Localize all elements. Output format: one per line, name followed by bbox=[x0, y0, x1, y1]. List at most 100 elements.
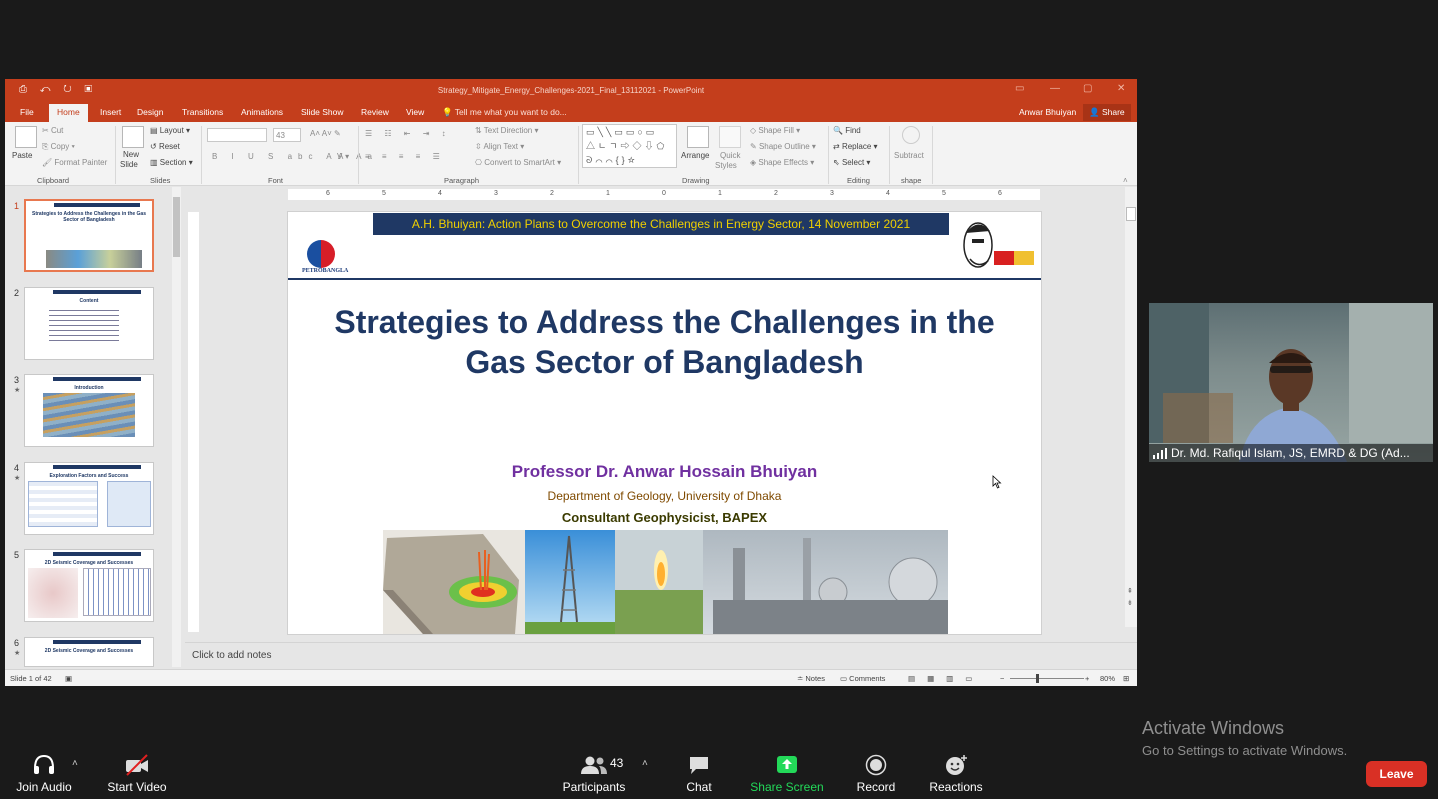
convert-smartart-button[interactable]: ⎔ Convert to SmartArt ▾ bbox=[475, 158, 561, 167]
ruler-tick-label: 2 bbox=[774, 190, 778, 197]
quick-styles-label-2[interactable]: Styles bbox=[715, 161, 737, 170]
notes-pane[interactable]: Click to add notes bbox=[185, 642, 1137, 666]
text-direction-button[interactable]: ⇅ Text Direction ▾ bbox=[475, 126, 539, 135]
participants-label: Participants bbox=[562, 780, 626, 794]
subtract-button[interactable]: Subtract bbox=[894, 151, 924, 160]
shape-outline-button[interactable]: ✎ Shape Outline ▾ bbox=[750, 142, 816, 151]
slide-scrollbar[interactable]: ⇞ ⇟ bbox=[1125, 187, 1137, 627]
arrange-icon[interactable] bbox=[687, 126, 709, 148]
tab-slide-show[interactable]: Slide Show bbox=[301, 107, 344, 117]
thumbnail-scrollbar[interactable] bbox=[172, 187, 181, 667]
slide-title[interactable]: Strategies to Address the Challenges in … bbox=[308, 302, 1021, 382]
participant-video-tile[interactable]: Dr. Md. Rafiqul Islam, JS, EMRD & DG (Ad… bbox=[1149, 303, 1433, 462]
participants-options-chevron-icon[interactable]: ˄ bbox=[642, 758, 648, 769]
font-color-icon[interactable]: A ▾ bbox=[338, 152, 349, 161]
slide-thumbnail[interactable]: Introduction bbox=[24, 374, 154, 447]
mujib-100-logo bbox=[963, 222, 1034, 268]
user-name[interactable]: Anwar Bhuiyan bbox=[1019, 107, 1076, 117]
reset-button[interactable]: ↺ Reset bbox=[150, 142, 180, 151]
slide-thumbnail[interactable]: Content bbox=[24, 287, 154, 360]
scroll-thumb[interactable] bbox=[1126, 207, 1136, 221]
font-grow-shrink-icons[interactable]: A˄ A˅ ✎ bbox=[310, 129, 341, 138]
copy-button[interactable]: ⎘ Copy ▾ bbox=[42, 142, 75, 152]
format-painter-label: Format Painter bbox=[54, 158, 108, 167]
cut-button[interactable]: ✂ Cut bbox=[42, 126, 63, 135]
zoom-slider[interactable] bbox=[1010, 678, 1084, 679]
tab-insert[interactable]: Insert bbox=[100, 107, 121, 117]
comments-toggle[interactable]: ▭ Comments bbox=[840, 674, 885, 683]
format-painter-button[interactable]: 🖌 Format Painter bbox=[42, 158, 107, 167]
find-button[interactable]: 🔍 Find bbox=[833, 126, 861, 135]
arrange-button[interactable]: Arrange bbox=[681, 151, 709, 160]
section-button[interactable]: ▥ Section ▾ bbox=[150, 158, 193, 167]
tab-transitions[interactable]: Transitions bbox=[182, 107, 223, 117]
tab-animations[interactable]: Animations bbox=[241, 107, 283, 117]
minimize-icon[interactable]: — bbox=[1050, 83, 1060, 94]
slide-thumbnail[interactable]: 2D Seismic Coverage and Successes bbox=[24, 637, 154, 667]
notes-toggle[interactable]: ≐ Notes bbox=[797, 674, 825, 683]
thumbnail-title: Introduction bbox=[74, 385, 104, 391]
thumbnail-banner bbox=[54, 203, 140, 207]
list-buttons[interactable]: ☰ ☷ ⇤ ⇥ ↕ bbox=[365, 129, 451, 138]
zoom-in-icon[interactable]: + bbox=[1085, 674, 1089, 683]
zoom-out-icon[interactable]: − bbox=[1000, 674, 1004, 683]
ruler-tick-label: 6 bbox=[326, 190, 330, 197]
audio-options-chevron-icon[interactable]: ˄ bbox=[72, 758, 78, 769]
shapes-gallery[interactable]: ▭╲╲▭▭○▭ △ㄴㄱ⇨◇⇩⬠ ᘐ⌒⌒{}☆ bbox=[582, 124, 677, 168]
tab-view[interactable]: View bbox=[406, 107, 424, 117]
tab-file[interactable]: File bbox=[20, 107, 34, 117]
zoom-level[interactable]: 80% bbox=[1100, 674, 1115, 683]
slide-photo-collage[interactable] bbox=[383, 530, 948, 634]
tab-review[interactable]: Review bbox=[361, 107, 389, 117]
zoom-slider-thumb[interactable] bbox=[1036, 674, 1039, 683]
slide-department[interactable]: Department of Geology, University of Dha… bbox=[288, 489, 1041, 503]
new-slide-icon[interactable] bbox=[122, 126, 144, 148]
shape-fill-button[interactable]: ◇ Shape Fill ▾ bbox=[750, 126, 800, 135]
slide-author[interactable]: Professor Dr. Anwar Hossain Bhuiyan bbox=[288, 462, 1041, 482]
subtract-icon[interactable] bbox=[902, 126, 920, 144]
status-bar: Slide 1 of 42 ▣ ≐ Notes ▭ Comments ▤▦▥▭ … bbox=[5, 669, 1137, 686]
slide-consultant[interactable]: Consultant Geophysicist, BAPEX bbox=[288, 510, 1041, 525]
view-buttons[interactable]: ▤▦▥▭ bbox=[908, 674, 984, 683]
leave-button[interactable]: Leave bbox=[1366, 761, 1427, 787]
share-button[interactable]: 👤 Share bbox=[1083, 104, 1131, 121]
scroll-thumb[interactable] bbox=[173, 197, 180, 257]
current-slide[interactable]: A.H. Bhuiyan: Action Plans to Overcome t… bbox=[287, 211, 1042, 635]
maximize-icon[interactable]: ▢ bbox=[1083, 83, 1092, 94]
font-format-buttons[interactable]: B I U S abc AV Aa bbox=[212, 152, 378, 161]
participant-video-frame bbox=[1149, 303, 1433, 462]
replace-button[interactable]: ⇄ Replace ▾ bbox=[833, 142, 878, 151]
layout-label: Layout bbox=[159, 126, 184, 135]
slide-thumbnail[interactable]: 2D Seismic Coverage and Successes bbox=[24, 549, 154, 622]
align-text-button[interactable]: ⇳ Align Text ▾ bbox=[475, 142, 524, 151]
collapse-ribbon-icon[interactable]: ˄ bbox=[1123, 176, 1128, 185]
paste-icon[interactable] bbox=[15, 126, 37, 148]
font-name-input[interactable] bbox=[207, 128, 267, 142]
slide-thumbnail[interactable]: Exploration Factors and Success bbox=[24, 462, 154, 535]
tab-home[interactable]: Home bbox=[49, 104, 88, 122]
new-slide-label-2[interactable]: Slide bbox=[120, 160, 138, 169]
slide-thumbnail[interactable]: Strategies to Address the Challenges in … bbox=[24, 199, 154, 272]
shape-effects-button[interactable]: ◈ Shape Effects ▾ bbox=[750, 158, 814, 167]
convert-smartart-label: Convert to SmartArt bbox=[484, 158, 555, 167]
ribbon-display-icon[interactable]: ▭ bbox=[1015, 83, 1024, 94]
tell-me-box[interactable]: 💡 Tell me what you want to do... bbox=[442, 107, 567, 118]
quick-styles-icon[interactable] bbox=[719, 126, 741, 148]
close-icon[interactable]: ✕ bbox=[1117, 83, 1125, 94]
accessibility-icon[interactable]: ▣ bbox=[65, 674, 72, 683]
align-buttons[interactable]: ≡ ≡ ≡ ≡ ☰ bbox=[365, 152, 445, 161]
group-separator bbox=[578, 126, 579, 184]
fit-to-window-icon[interactable]: ⊞ bbox=[1123, 674, 1129, 683]
scroll-prev-slide-icon[interactable]: ⇞ bbox=[1127, 587, 1133, 595]
thumbnail-bar-chart bbox=[83, 568, 151, 616]
scroll-next-slide-icon[interactable]: ⇟ bbox=[1127, 599, 1133, 607]
font-size-input[interactable]: 43 bbox=[273, 128, 301, 142]
quick-styles-label-1[interactable]: Quick bbox=[720, 151, 740, 160]
layout-button[interactable]: ▤ Layout ▾ bbox=[150, 126, 190, 135]
select-button[interactable]: ⇖ Select ▾ bbox=[833, 158, 870, 167]
tab-design[interactable]: Design bbox=[137, 107, 163, 117]
paste-button[interactable]: Paste bbox=[12, 151, 32, 160]
new-slide-label-1[interactable]: New bbox=[123, 150, 139, 159]
ruler-tick-label: 4 bbox=[438, 190, 442, 197]
record-icon bbox=[865, 754, 887, 776]
